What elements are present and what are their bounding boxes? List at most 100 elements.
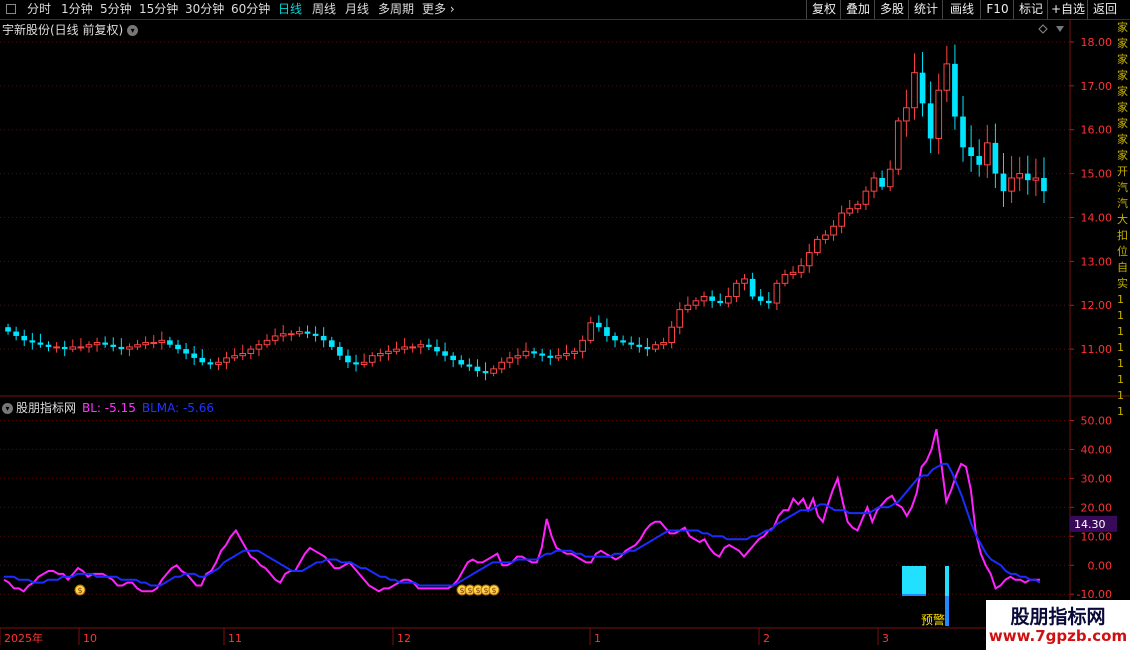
candle-body-up — [789, 271, 797, 276]
candle-body-up — [692, 300, 700, 306]
candle-body-down — [199, 357, 206, 363]
candle-body-down — [102, 342, 108, 345]
candle-body-up — [587, 322, 595, 341]
grid-lines — [0, 20, 1130, 629]
candle-body-up — [158, 339, 166, 344]
candle-body-up — [579, 339, 586, 352]
candle-body-down — [612, 335, 618, 341]
watermark-url: www.7gpzb.com — [988, 627, 1128, 645]
diamond-icon[interactable] — [1038, 24, 1048, 34]
candle-body-down — [45, 344, 52, 347]
candle-body-down — [604, 327, 610, 336]
candle-body-up — [571, 350, 578, 355]
candle-body-up — [1008, 177, 1015, 192]
right-strip-char: 大 — [1117, 213, 1128, 226]
blma-line — [4, 462, 1041, 587]
candle-body-up — [781, 274, 789, 284]
candle-body-up — [247, 348, 255, 355]
candle-body-up — [838, 212, 845, 227]
price-axis: 18.00 17.00 16.00 15.00 14.00 13.00 12.00 11.00 — [1070, 36, 1112, 356]
candle-body-down — [531, 351, 537, 354]
date-label: 12 — [397, 632, 411, 645]
candle-body-down — [482, 371, 489, 374]
candle-body-up — [555, 355, 562, 359]
candle-body-up — [846, 208, 854, 214]
date-label: 2 — [763, 632, 770, 645]
candle-body-up — [239, 353, 247, 357]
candle-body-up — [676, 309, 684, 328]
coin-glyph: $ — [483, 586, 488, 595]
right-strip-char: 家 — [1117, 133, 1128, 146]
triangle-icon[interactable] — [1056, 26, 1064, 32]
candle-body-down — [709, 296, 715, 301]
candle-body-up — [506, 357, 514, 363]
candle-body-down — [596, 322, 602, 328]
price-tick-label: 17.00 — [1081, 80, 1113, 93]
candle-body-up — [830, 225, 837, 236]
candle-body-up — [854, 203, 862, 210]
candle-body-down — [620, 340, 626, 343]
candle-body-up — [894, 120, 902, 170]
cursor-value-label: 14.30 — [1074, 518, 1106, 531]
candle-body-up — [296, 331, 303, 335]
candle-body-down — [927, 103, 934, 139]
candle-body-up — [1016, 173, 1024, 179]
price-tick-label: 18.00 — [1081, 36, 1113, 49]
candle-body-down — [434, 346, 440, 352]
candle-body-up — [805, 252, 813, 267]
indicator-tick-label: 10.00 — [1081, 530, 1113, 543]
candle-body-down — [29, 340, 36, 343]
candle-body-down — [539, 353, 546, 356]
candle-body-down — [337, 346, 343, 356]
candle-body-down — [628, 342, 635, 345]
indicator-tick-label: 0.00 — [1088, 559, 1113, 572]
candle-body-up — [231, 355, 238, 359]
candle-body-up — [255, 344, 263, 350]
candle-body-down — [353, 362, 359, 365]
candle-body-up — [69, 346, 77, 350]
warning-label: 预警 — [921, 612, 945, 627]
candle-body-down — [458, 360, 465, 365]
candle-body-up — [142, 342, 149, 346]
warning-bar-top — [914, 566, 918, 594]
candle-body-down — [919, 72, 926, 104]
candle-body-up — [126, 346, 133, 350]
candle-body-down — [1000, 173, 1007, 192]
candle-body-up — [401, 346, 408, 350]
right-strip-char: 开 — [1117, 165, 1128, 178]
right-strip-char: 家 — [1117, 53, 1128, 66]
blma-value: BLMA: -5.66 — [141, 401, 215, 415]
candle-body-up — [943, 63, 951, 91]
indicator-lines — [3, 428, 1041, 593]
candle-body-down — [757, 296, 764, 301]
candle-body-up — [498, 361, 506, 370]
candle-body-down — [345, 355, 351, 363]
price-tick-label: 13.00 — [1081, 255, 1113, 268]
date-label: 3 — [882, 632, 889, 645]
chevron-down-icon[interactable]: ▾ — [2, 403, 13, 414]
right-strip-char: 扣 — [1117, 229, 1128, 242]
chart-canvas[interactable]: 18.00 17.00 16.00 15.00 14.00 13.00 12.00 11.00… — [0, 0, 1130, 650]
candle-body-down — [879, 177, 885, 187]
candle-body-up — [368, 355, 376, 363]
right-strip-char: 汽 — [1117, 197, 1128, 210]
candle-body-up — [279, 333, 287, 337]
candle-body-up — [490, 368, 497, 374]
indicator-tick-label: 20.00 — [1081, 501, 1113, 514]
watermark: 股朋指标网 www.7gpzb.com — [986, 600, 1130, 650]
candle-body-down — [426, 344, 432, 347]
candle-body-down — [636, 344, 643, 347]
candle-body-down — [1024, 173, 1031, 181]
candlesticks — [5, 24, 1064, 381]
candle-body-down — [960, 116, 966, 148]
candle-body-up — [903, 107, 910, 122]
candle-body-up — [822, 234, 829, 240]
right-strip-char: 1 — [1117, 357, 1124, 370]
candle-body-up — [741, 278, 748, 284]
right-strip-char: 1 — [1117, 309, 1124, 322]
candle-body-down — [450, 355, 456, 361]
chevron-down-icon[interactable]: ▾ — [127, 25, 139, 36]
indicator-tick-label: 30.00 — [1081, 472, 1113, 485]
candle-body-up — [652, 344, 659, 350]
right-strip-char: 1 — [1117, 293, 1124, 306]
